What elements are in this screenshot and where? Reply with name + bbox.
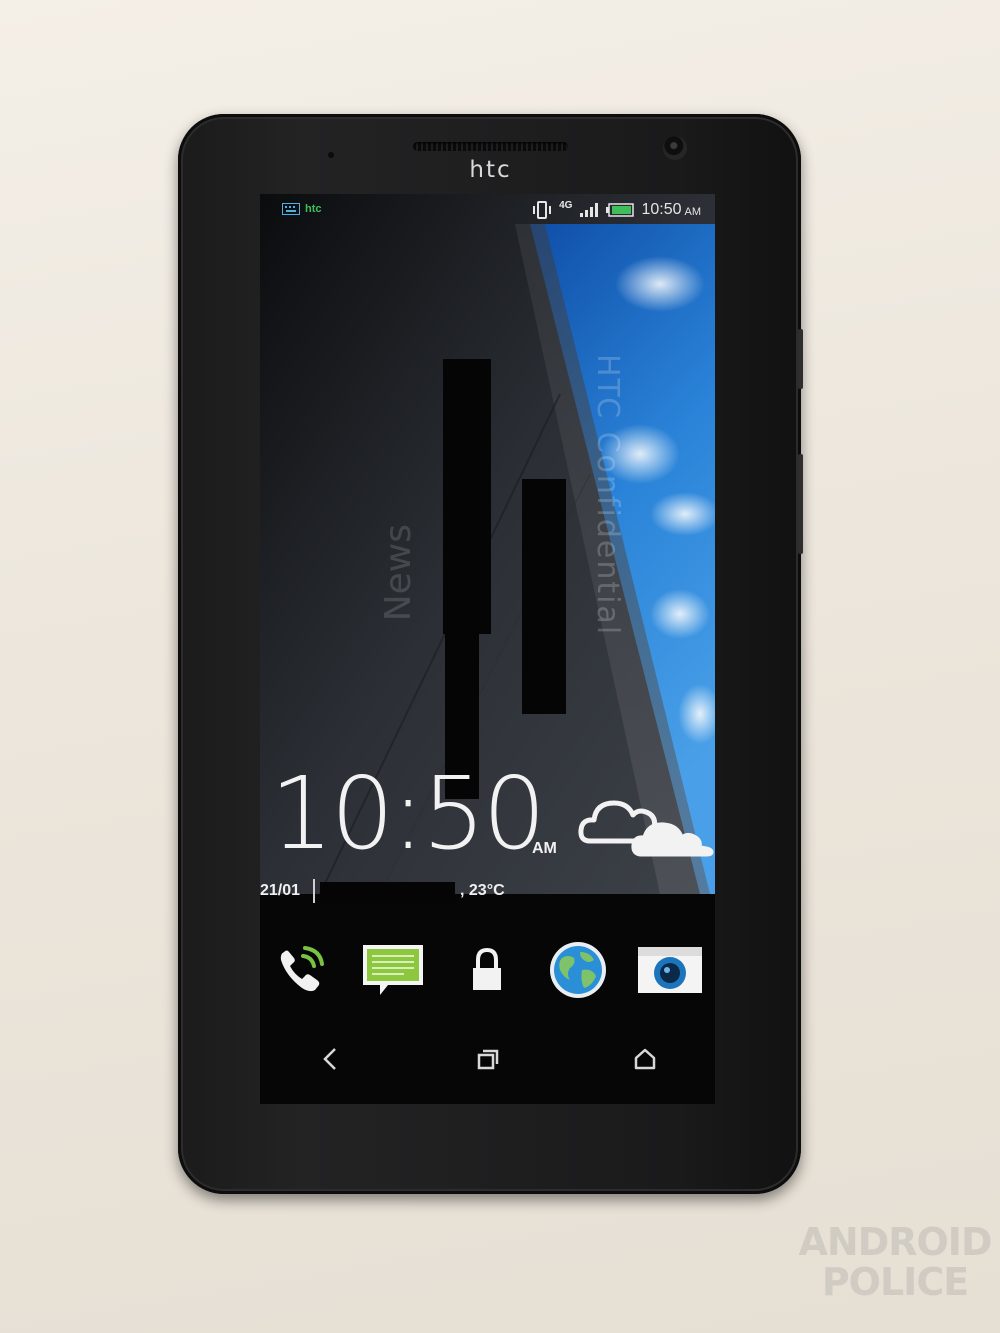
date-weather-row: 21/01 , 23°C bbox=[260, 877, 715, 907]
lockscreen-clock: 10:50 bbox=[270, 755, 546, 872]
back-button[interactable] bbox=[310, 1044, 350, 1074]
status-notifications: htc bbox=[282, 203, 322, 215]
globe-icon bbox=[550, 942, 606, 998]
earpiece-speaker bbox=[413, 142, 568, 151]
status-bar[interactable]: htc 4G 10:50 AM bbox=[260, 194, 715, 228]
front-camera bbox=[663, 136, 687, 160]
messages-icon bbox=[363, 945, 423, 995]
android-police-watermark: ANDROID POLICE bbox=[795, 1222, 995, 1302]
dock-camera[interactable] bbox=[635, 939, 705, 1001]
confidential-watermark: HTC Confidential bbox=[590, 354, 625, 637]
status-app-label: htc bbox=[305, 203, 322, 215]
home-icon bbox=[634, 1048, 656, 1070]
proximity-sensor bbox=[328, 152, 334, 158]
recent-apps-button[interactable] bbox=[468, 1044, 508, 1074]
lockscreen-ampm: AM bbox=[532, 840, 557, 857]
redaction-block bbox=[522, 479, 566, 714]
signal-icon bbox=[580, 203, 599, 217]
side-key bbox=[798, 454, 803, 554]
lock-screen[interactable]: htc 4G 10:50 AM News HTC Confidential 10… bbox=[260, 194, 715, 1104]
redaction-block bbox=[443, 359, 491, 634]
network-type: 4G bbox=[559, 200, 573, 211]
lock-icon bbox=[473, 947, 501, 990]
battery-icon bbox=[606, 203, 635, 217]
watermark-line-1: ANDROID bbox=[798, 1220, 992, 1264]
dock-messages[interactable] bbox=[358, 939, 428, 1001]
cloudy-icon bbox=[578, 800, 714, 857]
lockscreen-dock bbox=[260, 939, 715, 1009]
wallpaper-news-text: News bbox=[378, 524, 419, 622]
htc-logo: htc bbox=[469, 157, 512, 183]
status-indicators: 4G 10:50 AM bbox=[532, 201, 701, 219]
navigation-bar bbox=[260, 1034, 715, 1084]
dock-browser[interactable] bbox=[543, 939, 613, 1001]
phone-icon bbox=[280, 946, 324, 992]
phone-device: htc htc 4G 10:50 AM News HTC Confidentia… bbox=[178, 114, 803, 1194]
back-icon bbox=[323, 1048, 336, 1070]
date-separator bbox=[313, 879, 315, 903]
status-ampm: AM bbox=[684, 205, 702, 218]
watermark-line-2: POLICE bbox=[821, 1260, 969, 1304]
keyboard-icon bbox=[282, 203, 300, 215]
status-time: 10:50 bbox=[641, 201, 682, 218]
dock-unlock[interactable] bbox=[452, 939, 522, 1001]
home-button[interactable] bbox=[625, 1044, 665, 1074]
lockscreen-date: 21/01 bbox=[260, 882, 301, 899]
volume-key bbox=[798, 329, 803, 389]
camera-icon bbox=[638, 947, 702, 993]
vibrate-icon bbox=[533, 201, 552, 219]
recent-apps-icon bbox=[477, 1049, 499, 1070]
dock-phone[interactable] bbox=[265, 939, 335, 1001]
lockscreen-temperature: , 23°C bbox=[460, 882, 505, 899]
